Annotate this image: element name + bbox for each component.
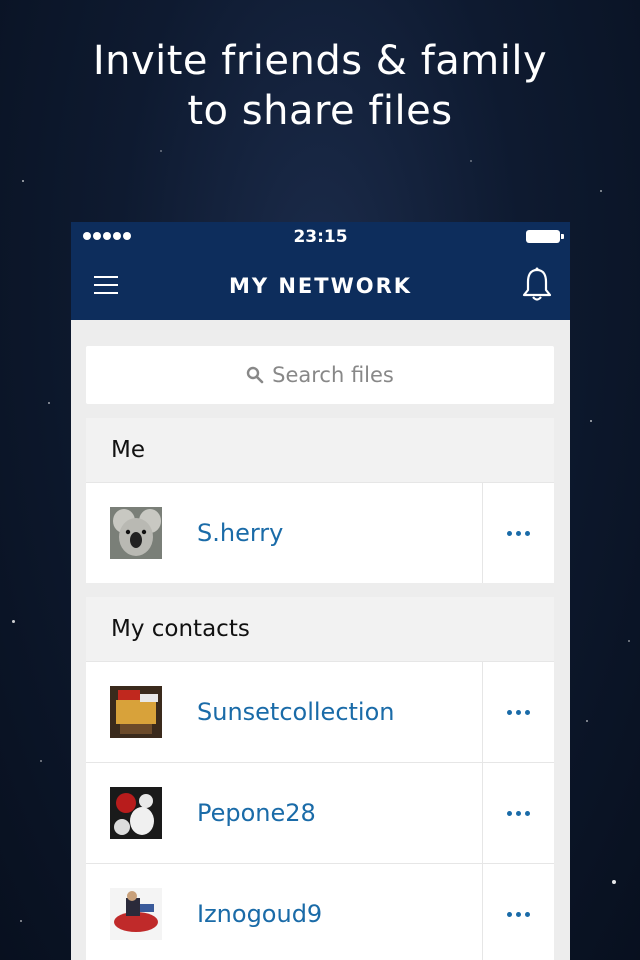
more-icon [507, 709, 530, 715]
section-me: Me S.herry [86, 418, 554, 583]
contact-main[interactable]: Iznogoud9 [86, 864, 482, 960]
more-button[interactable] [482, 763, 554, 863]
section-header-me: Me [86, 418, 554, 482]
more-button[interactable] [482, 662, 554, 762]
star [160, 150, 162, 152]
star [600, 190, 602, 192]
star [22, 180, 24, 182]
status-time: 23:15 [293, 227, 348, 247]
star [612, 880, 616, 884]
nav-bar: MY NETWORK [71, 252, 570, 320]
content: Search files Me S.herry My contacts Suns… [71, 320, 570, 960]
contact-main[interactable]: S.herry [86, 483, 482, 583]
bell-icon[interactable] [520, 266, 554, 304]
star [12, 620, 15, 623]
star [470, 160, 472, 162]
more-icon [507, 810, 530, 816]
star [586, 720, 588, 722]
search-icon [246, 366, 264, 384]
more-button[interactable] [482, 864, 554, 960]
phone-screen: 23:15 MY NETWORK Search files Me S.herry… [71, 222, 570, 960]
promo-line-2: to share files [187, 88, 453, 134]
list-item[interactable]: Pepone28 [86, 762, 554, 863]
more-button[interactable] [482, 483, 554, 583]
avatar [110, 686, 162, 738]
avatar [110, 507, 162, 559]
star [20, 920, 22, 922]
star [48, 402, 50, 404]
contact-main[interactable]: Pepone28 [86, 763, 482, 863]
star [628, 640, 630, 642]
more-icon [507, 911, 530, 917]
contact-main[interactable]: Sunsetcollection [86, 662, 482, 762]
star [590, 420, 592, 422]
contact-name: Pepone28 [197, 799, 316, 827]
contact-name: S.herry [197, 519, 284, 547]
avatar [110, 787, 162, 839]
list-item[interactable]: Iznogoud9 [86, 863, 554, 960]
promo-headline: Invite friends & family to share files [0, 36, 640, 136]
search-input[interactable]: Search files [86, 346, 554, 404]
contact-name: Iznogoud9 [197, 900, 323, 928]
section-header-contacts: My contacts [86, 597, 554, 661]
list-item[interactable]: Sunsetcollection [86, 661, 554, 762]
battery-icon [526, 230, 564, 243]
status-bar: 23:15 [71, 222, 570, 252]
more-icon [507, 530, 530, 536]
section-contacts: My contacts Sunsetcollection Pepone28 Iz… [86, 597, 554, 960]
page-title: MY NETWORK [228, 274, 413, 298]
star [40, 760, 42, 762]
avatar [110, 888, 162, 940]
search-placeholder: Search files [272, 363, 394, 387]
list-item[interactable]: S.herry [86, 482, 554, 583]
promo-line-1: Invite friends & family [92, 38, 548, 84]
contact-name: Sunsetcollection [197, 698, 395, 726]
